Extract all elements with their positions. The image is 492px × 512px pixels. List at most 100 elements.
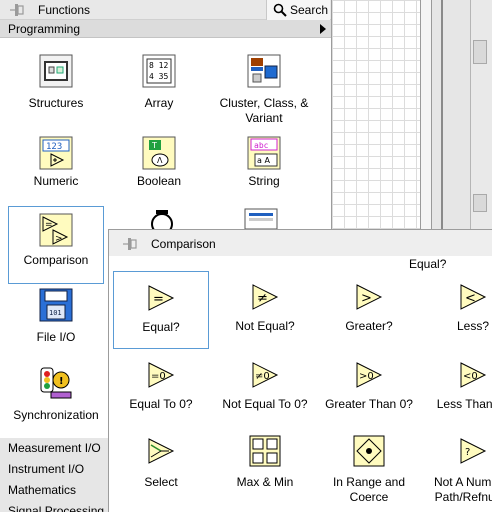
item-label: Greater? [345, 319, 393, 333]
svg-text:!: ! [59, 376, 64, 387]
svg-text:4 35: 4 35 [149, 72, 168, 81]
scrollbar-handle[interactable] [473, 40, 487, 64]
svg-text:<: < [465, 291, 476, 306]
svg-text:123: 123 [46, 142, 62, 152]
expand-arrow-icon[interactable] [320, 24, 326, 34]
synchronization-icon: ! [40, 367, 72, 399]
svg-text:Λ: Λ [157, 156, 163, 165]
function-not-equal[interactable]: ≠ Not Equal? [217, 271, 313, 349]
category-item-measurement-io[interactable]: Measurement I/O [0, 438, 108, 459]
diagram-splitter[interactable] [420, 0, 432, 230]
svg-text:≠: ≠ [257, 291, 268, 306]
item-label: Array [144, 96, 174, 110]
svg-text:abc: abc [254, 141, 269, 150]
item-label: Not A Number/ Path/Refnum? [433, 475, 492, 504]
palette-item-structures[interactable]: Structures [8, 46, 104, 116]
pin-icon[interactable] [123, 237, 139, 251]
select-icon [148, 438, 175, 464]
greater-than-zero-icon: >0 [356, 362, 383, 388]
function-less[interactable]: < Less? [425, 271, 492, 349]
item-label: Numeric [33, 174, 79, 188]
scrollbar-handle-secondary[interactable] [473, 194, 487, 212]
function-equal-to-0[interactable]: =0 Equal To 0? [113, 351, 209, 421]
diagram-border-line [441, 0, 443, 230]
palette-item-array[interactable]: 8 12 4 35 Array [111, 46, 207, 116]
function-greater-than-0[interactable]: >0 Greater Than 0? [321, 351, 417, 421]
function-greater[interactable]: > Greater? [321, 271, 417, 349]
palette-item-string[interactable]: abc a A String [214, 128, 314, 198]
svg-text:T: T [151, 141, 157, 150]
subpalette-titlebar[interactable]: Comparison [109, 230, 492, 256]
svg-text:>: > [361, 291, 372, 306]
not-equal-icon: ≠ [252, 284, 279, 310]
string-icon: abc a A [247, 136, 281, 170]
category-item-instrument-io[interactable]: Instrument I/O [0, 459, 108, 480]
less-than-zero-icon: <0 [460, 362, 487, 388]
labview-window: Functions Search Programming Structures [0, 0, 492, 512]
pin-icon[interactable] [10, 3, 26, 17]
search-button[interactable]: Search [266, 0, 330, 20]
item-label: Equal? [142, 320, 180, 334]
cluster-icon [247, 54, 281, 88]
item-label: Boolean [136, 174, 182, 188]
item-label: String [248, 174, 280, 188]
svg-text:>: > [55, 234, 63, 244]
svg-text:101: 101 [49, 309, 62, 317]
palette-item-boolean[interactable]: T Λ Boolean [111, 128, 207, 198]
structures-icon [39, 54, 73, 88]
file-io-icon: 101 [39, 288, 73, 322]
category-label: Programming [8, 22, 81, 36]
item-label: Not Equal? [235, 319, 295, 333]
item-label: Not Equal To 0? [222, 397, 308, 411]
function-not-a-number-path-refnum[interactable]: ? Not A Number/ Path/Refnum? [425, 429, 492, 509]
greater-icon: > [356, 284, 383, 310]
category-header-programming[interactable]: Programming [0, 20, 331, 38]
function-select[interactable]: Select [113, 429, 209, 509]
palette-item-numeric[interactable]: 123 Numeric [8, 128, 104, 198]
item-label: In Range and Coerce [332, 475, 406, 504]
svg-text:=: = [45, 220, 53, 230]
function-not-equal-to-0[interactable]: ≠0 Not Equal To 0? [217, 351, 313, 421]
svg-text:=: = [153, 292, 164, 307]
palette-item-synchronization[interactable]: ! Synchronization [8, 362, 104, 432]
palette-item-cluster-class-variant[interactable]: Cluster, Class, & Variant [214, 46, 314, 126]
search-icon [273, 3, 287, 17]
svg-text:8 12: 8 12 [149, 61, 168, 70]
category-item-signal-processing[interactable]: Signal Processing [0, 501, 108, 512]
palette-titlebar[interactable]: Functions Search [0, 0, 331, 20]
function-max-min[interactable]: Max & Min [217, 429, 313, 509]
function-less-than-0[interactable]: <0 Less Than 0? [425, 351, 492, 421]
max-min-icon [249, 435, 281, 467]
block-diagram-grid[interactable] [332, 0, 420, 230]
function-in-range-and-coerce[interactable]: In Range and Coerce [321, 429, 417, 509]
search-label: Search [290, 3, 329, 17]
numeric-icon: 123 [39, 136, 73, 170]
comparison-subpalette: Comparison Equal? = Equal? ≠ Not Equal? … [108, 229, 492, 512]
svg-text:?: ? [465, 447, 470, 458]
item-label: Less? [456, 319, 490, 333]
item-label: Equal To 0? [129, 397, 193, 411]
palette-title: Functions [38, 3, 91, 17]
palette-item-comparison[interactable]: = > Comparison [8, 206, 104, 284]
item-label: File I/O [36, 330, 76, 344]
svg-text:>0: >0 [359, 371, 374, 382]
item-label: Max & Min [236, 475, 294, 489]
svg-text:=0: =0 [151, 371, 166, 382]
dialog-ui-icon [244, 208, 278, 230]
item-label: Synchronization [13, 408, 99, 422]
not-a-number-icon: ? [460, 438, 487, 464]
not-equal-to-zero-icon: ≠0 [252, 362, 279, 388]
item-label: Select [144, 475, 178, 489]
svg-text:<0: <0 [463, 371, 478, 382]
equal-icon: = [148, 285, 175, 311]
item-label: Less Than 0? [436, 397, 492, 411]
svg-text:≠0: ≠0 [255, 371, 270, 382]
function-equal[interactable]: = Equal? [113, 271, 209, 349]
category-item-mathematics[interactable]: Mathematics [0, 480, 108, 501]
tooltip: Equal? [409, 257, 447, 271]
less-icon: < [460, 284, 487, 310]
equal-to-zero-icon: =0 [148, 362, 175, 388]
palette-item-file-io[interactable]: 101 File I/O [8, 284, 104, 354]
comparison-icon: = > [39, 213, 73, 247]
item-label: Greater Than 0? [325, 397, 413, 411]
